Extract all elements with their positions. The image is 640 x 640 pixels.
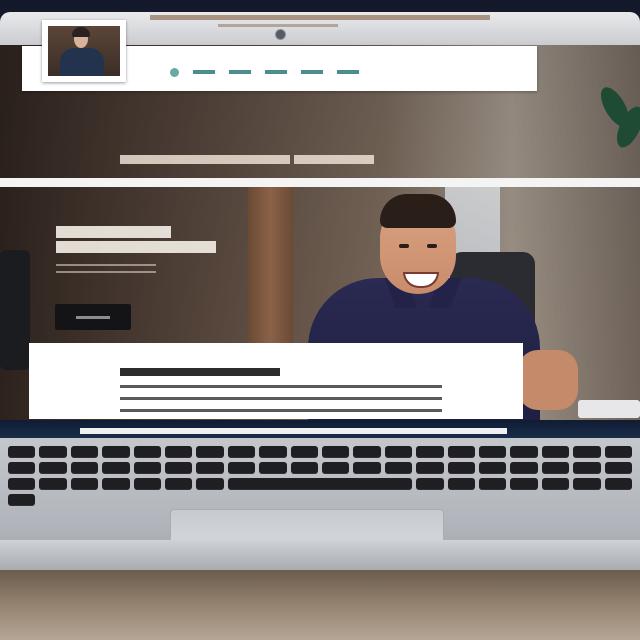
- keyboard-key[interactable]: [384, 446, 413, 458]
- keyboard-key[interactable]: [290, 446, 318, 458]
- site-logo-photo[interactable]: [42, 20, 126, 82]
- keyboard-key[interactable]: [164, 446, 193, 458]
- keyboard-key[interactable]: [102, 462, 130, 474]
- keyboard-key[interactable]: [541, 446, 570, 458]
- portrait-body: [60, 48, 104, 76]
- keyboard-key[interactable]: [541, 462, 570, 474]
- header-banner-bar: [150, 15, 490, 20]
- nav-bullet-icon: [170, 67, 179, 77]
- keyboard-key[interactable]: [290, 462, 318, 474]
- hero-title-line: [56, 241, 216, 253]
- nav-item-5[interactable]: [337, 69, 359, 76]
- keyboard-key[interactable]: [604, 462, 632, 474]
- hero-title: [56, 226, 256, 256]
- keyboard-key[interactable]: [196, 462, 224, 474]
- keyboard-key[interactable]: [259, 446, 287, 458]
- content-card: [29, 343, 523, 419]
- person-eye: [399, 244, 409, 248]
- webcam-icon: [275, 29, 286, 40]
- keyboard-key[interactable]: [604, 478, 632, 490]
- keyboard-key[interactable]: [196, 478, 224, 490]
- keyboard-key[interactable]: [8, 478, 36, 490]
- hero-subtext-line: [56, 271, 156, 273]
- keyboard-key[interactable]: [353, 446, 381, 458]
- keyboard-key[interactable]: [70, 462, 99, 474]
- keyboard-key[interactable]: [39, 446, 67, 458]
- keyboard-key[interactable]: [447, 446, 475, 458]
- site-navigation: [170, 66, 359, 78]
- desk-object: [578, 400, 640, 418]
- keyboard-key[interactable]: [510, 446, 538, 458]
- hero-cta-button[interactable]: [55, 304, 131, 330]
- keyboard-key[interactable]: [541, 478, 570, 490]
- wooden-desk: [0, 570, 640, 640]
- keyboard-key[interactable]: [478, 446, 507, 458]
- keyboard-key[interactable]: [573, 462, 601, 474]
- keyboard-key[interactable]: [102, 478, 130, 490]
- keyboard-key[interactable]: [321, 446, 350, 458]
- keyboard-key[interactable]: [133, 478, 161, 490]
- keyboard-key[interactable]: [510, 478, 538, 490]
- content-heading: [120, 368, 280, 376]
- keyboard-key[interactable]: [447, 478, 475, 490]
- screen-bottom-bar: [80, 428, 507, 434]
- nav-item-1[interactable]: [193, 69, 215, 76]
- keyboard-key[interactable]: [478, 462, 507, 474]
- keyboard-key[interactable]: [416, 446, 444, 458]
- logo-portrait: [48, 26, 120, 76]
- keyboard-key[interactable]: [196, 446, 224, 458]
- nav-item-4[interactable]: [301, 69, 323, 76]
- content-text-line: [120, 385, 442, 388]
- keyboard-key[interactable]: [416, 462, 444, 474]
- keyboard-key[interactable]: [478, 478, 507, 490]
- keyboard-key[interactable]: [416, 478, 444, 490]
- hero-subtext: [56, 264, 156, 278]
- portrait-hair: [72, 27, 90, 37]
- keyboard-key[interactable]: [447, 462, 475, 474]
- keyboard-key[interactable]: [259, 462, 287, 474]
- nav-item-2[interactable]: [229, 69, 251, 76]
- hero-subtext-line: [56, 264, 156, 266]
- keyboard-key[interactable]: [8, 462, 36, 474]
- nav-item-3[interactable]: [265, 69, 287, 76]
- keyboard-key[interactable]: [164, 462, 193, 474]
- person-arm: [518, 350, 578, 410]
- keyboard-key[interactable]: [133, 462, 161, 474]
- keyboard-key[interactable]: [70, 446, 99, 458]
- laptop-keyboard[interactable]: [0, 446, 640, 506]
- section-divider: [0, 178, 640, 187]
- office-chair-left: [0, 250, 30, 370]
- keyboard-spacebar[interactable]: [227, 478, 413, 490]
- keyboard-key[interactable]: [70, 478, 99, 490]
- laptop-front-edge: [0, 540, 640, 570]
- keyboard-key[interactable]: [102, 446, 130, 458]
- section-subtitle: [120, 155, 378, 167]
- keyboard-key[interactable]: [8, 494, 36, 506]
- content-text-line: [120, 409, 442, 412]
- keyboard-key[interactable]: [510, 462, 538, 474]
- header-banner-bar-secondary: [218, 24, 338, 27]
- keyboard-key[interactable]: [604, 446, 632, 458]
- person-eye: [427, 244, 437, 248]
- keyboard-key[interactable]: [133, 446, 161, 458]
- keyboard-key[interactable]: [227, 446, 256, 458]
- hero-title-line: [56, 226, 171, 238]
- content-text-line: [120, 397, 442, 400]
- keyboard-key[interactable]: [39, 462, 67, 474]
- keyboard-key[interactable]: [384, 462, 413, 474]
- person-hair: [380, 194, 456, 228]
- keyboard-key[interactable]: [39, 478, 67, 490]
- keyboard-key[interactable]: [573, 446, 601, 458]
- keyboard-key[interactable]: [353, 462, 381, 474]
- keyboard-key[interactable]: [573, 478, 601, 490]
- keyboard-key[interactable]: [227, 462, 256, 474]
- keyboard-key[interactable]: [321, 462, 350, 474]
- keyboard-key[interactable]: [8, 446, 36, 458]
- photo-scene: [0, 0, 640, 640]
- keyboard-key[interactable]: [164, 478, 193, 490]
